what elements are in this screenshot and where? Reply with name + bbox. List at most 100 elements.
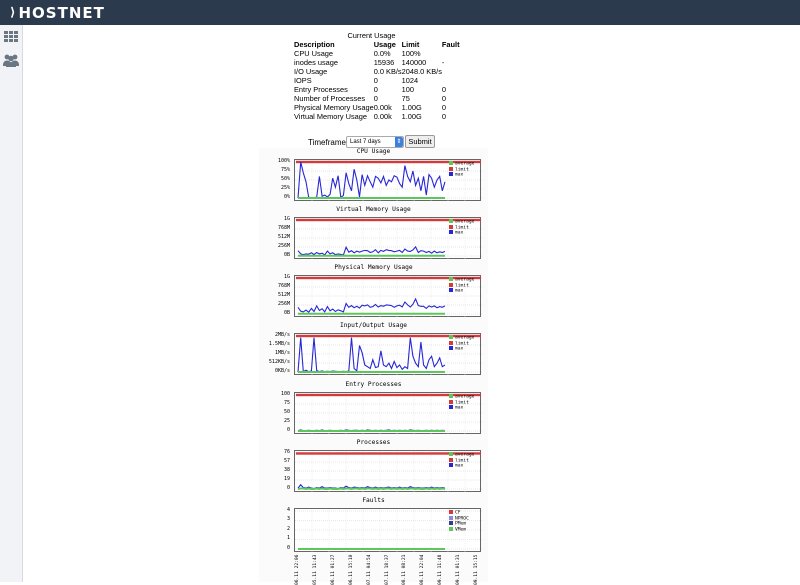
legend-label: average — [455, 161, 475, 167]
column-header: Fault — [441, 40, 460, 49]
series-line-average — [297, 487, 446, 491]
table-cell: CPU Usage — [294, 49, 334, 58]
chart-legend: CF NPROC PMem VMem — [449, 510, 469, 532]
y-tick-label: 512M — [277, 291, 290, 298]
y-tick-label: 0B — [283, 251, 290, 258]
x-tick-label: 07.11 18:37 — [384, 554, 390, 585]
chart-title: Processes — [356, 439, 391, 446]
usage-charts: CPU Usage 100% 75% 50% 25% 0% average limit max V… — [259, 148, 488, 585]
y-tick-label: 38 — [283, 466, 290, 473]
grid-icon[interactable] — [3, 30, 19, 44]
y-tick-label: 3 — [286, 516, 290, 522]
table-cell: 0.00k — [373, 103, 392, 112]
table-row: I/O Usage 0.0 KB/s 2048.0 KB/s — [294, 67, 460, 76]
y-tick-label: 1 — [286, 535, 290, 541]
table-cell: 0 — [441, 112, 447, 121]
table-row: Physical Memory Usage 0.00k 1.00G 0 — [294, 103, 460, 112]
y-tick-label: 768M — [277, 224, 290, 231]
table-cell: Number of Processes — [294, 94, 366, 103]
table-row: CPU Usage 0.0% 100% — [294, 49, 460, 58]
table-cell: 1.00G — [401, 112, 422, 121]
legend-swatch — [449, 399, 453, 404]
y-tick-label: 256M — [277, 242, 290, 249]
y-tick-label: 512M — [277, 233, 290, 240]
table-row: Entry Processes 0 100 0 — [294, 85, 460, 94]
table-cell: 1024 — [401, 76, 419, 85]
table-cell: 0.00k — [373, 112, 392, 121]
chart-legend: average limit max — [449, 335, 474, 352]
y-tick-label: 0KB/s — [274, 367, 290, 374]
chart-legend: average limit max — [449, 452, 474, 469]
legend-swatch — [449, 335, 453, 339]
table-cell: Virtual Memory Usage — [294, 112, 367, 121]
chart-title: Physical Memory Usage — [334, 264, 413, 271]
chart-title: Input/Output Usage — [339, 322, 408, 329]
y-tick-label: 0B — [283, 309, 290, 316]
y-tick-label: 1G — [283, 215, 290, 222]
legend-swatch — [449, 172, 453, 176]
x-tick-label: 06.11 01:27 — [330, 554, 336, 585]
x-tick-label: 09.11 01:31 — [456, 554, 462, 585]
legend-swatch — [449, 463, 453, 467]
y-tick-label: 512KB/s — [268, 358, 290, 365]
series-line-max — [297, 337, 446, 373]
table-cell: 0.0 KB/s — [373, 67, 402, 76]
y-tick-label: 0 — [286, 544, 290, 551]
legend-label: max — [455, 405, 464, 411]
y-tick-label: 25 — [283, 417, 290, 424]
y-tick-label: 4 — [286, 506, 290, 513]
legend-label: CF — [455, 510, 461, 516]
y-tick-label: 50% — [280, 175, 290, 182]
legend-item: max — [449, 346, 474, 352]
legend-swatch — [449, 219, 453, 223]
y-tick-label: 19 — [283, 475, 290, 482]
table-cell: 1.00G — [401, 103, 422, 112]
legend-swatch — [449, 452, 453, 456]
legend-swatch — [449, 340, 453, 345]
timeframe-select[interactable]: Last 7 days ⇕ — [346, 136, 404, 148]
legend-swatch — [449, 346, 453, 350]
chart-title: Virtual Memory Usage — [336, 206, 411, 213]
y-tick-label: 75% — [280, 166, 290, 173]
legend-swatch — [449, 510, 453, 514]
legend-label: average — [455, 219, 475, 225]
table-cell: 100 — [401, 85, 414, 94]
legend-item: max — [449, 405, 474, 411]
column-header: Limit — [401, 40, 420, 49]
legend-swatch — [449, 521, 453, 525]
table-row: Number of Processes 0 75 0 — [294, 94, 460, 103]
legend-swatch — [449, 166, 453, 171]
y-tick-label: 50 — [283, 408, 290, 415]
submit-button[interactable]: Submit — [405, 135, 435, 148]
hostnet-logo[interactable]: ⟩ HOSTNET — [10, 4, 105, 22]
legend-item: VMem — [449, 526, 469, 532]
legend-swatch — [449, 230, 453, 234]
table-row: Virtual Memory Usage 0.00k 1.00G 0 — [294, 112, 460, 121]
legend-label: average — [455, 394, 475, 400]
table-cell: 0 — [441, 94, 447, 103]
y-tick-label: 0 — [286, 426, 290, 433]
current-usage-title: Current Usage — [347, 31, 396, 40]
y-tick-label: 2 — [286, 525, 290, 532]
x-tick-label: 09.11 15:15 — [474, 554, 479, 585]
table-cell: 0 — [441, 85, 447, 94]
y-tick-label: 75 — [283, 399, 290, 406]
chart-title: Faults — [362, 497, 385, 504]
table-cell: 0 — [441, 103, 447, 112]
legend-swatch — [449, 288, 453, 292]
table-cell: 0 — [373, 94, 378, 103]
table-cell: Entry Processes — [294, 85, 348, 94]
usage-table-header: Description Usage Limit Fault — [294, 40, 460, 49]
legend-item: max — [449, 463, 474, 469]
table-cell: 2048.0 KB/s — [401, 67, 442, 76]
legend-label: average — [455, 452, 475, 458]
y-tick-label: 57 — [283, 457, 290, 464]
x-tick-label: 08.11 08:21 — [402, 554, 408, 585]
x-tick-label: 08.11 22:04 — [420, 554, 426, 585]
users-icon[interactable] — [3, 53, 19, 67]
chevron-down-icon: ⇕ — [395, 137, 403, 147]
chart-legend: average limit max — [449, 394, 474, 411]
series-line-max — [297, 245, 446, 256]
table-cell: I/O Usage — [294, 67, 328, 76]
table-cell — [442, 67, 460, 76]
